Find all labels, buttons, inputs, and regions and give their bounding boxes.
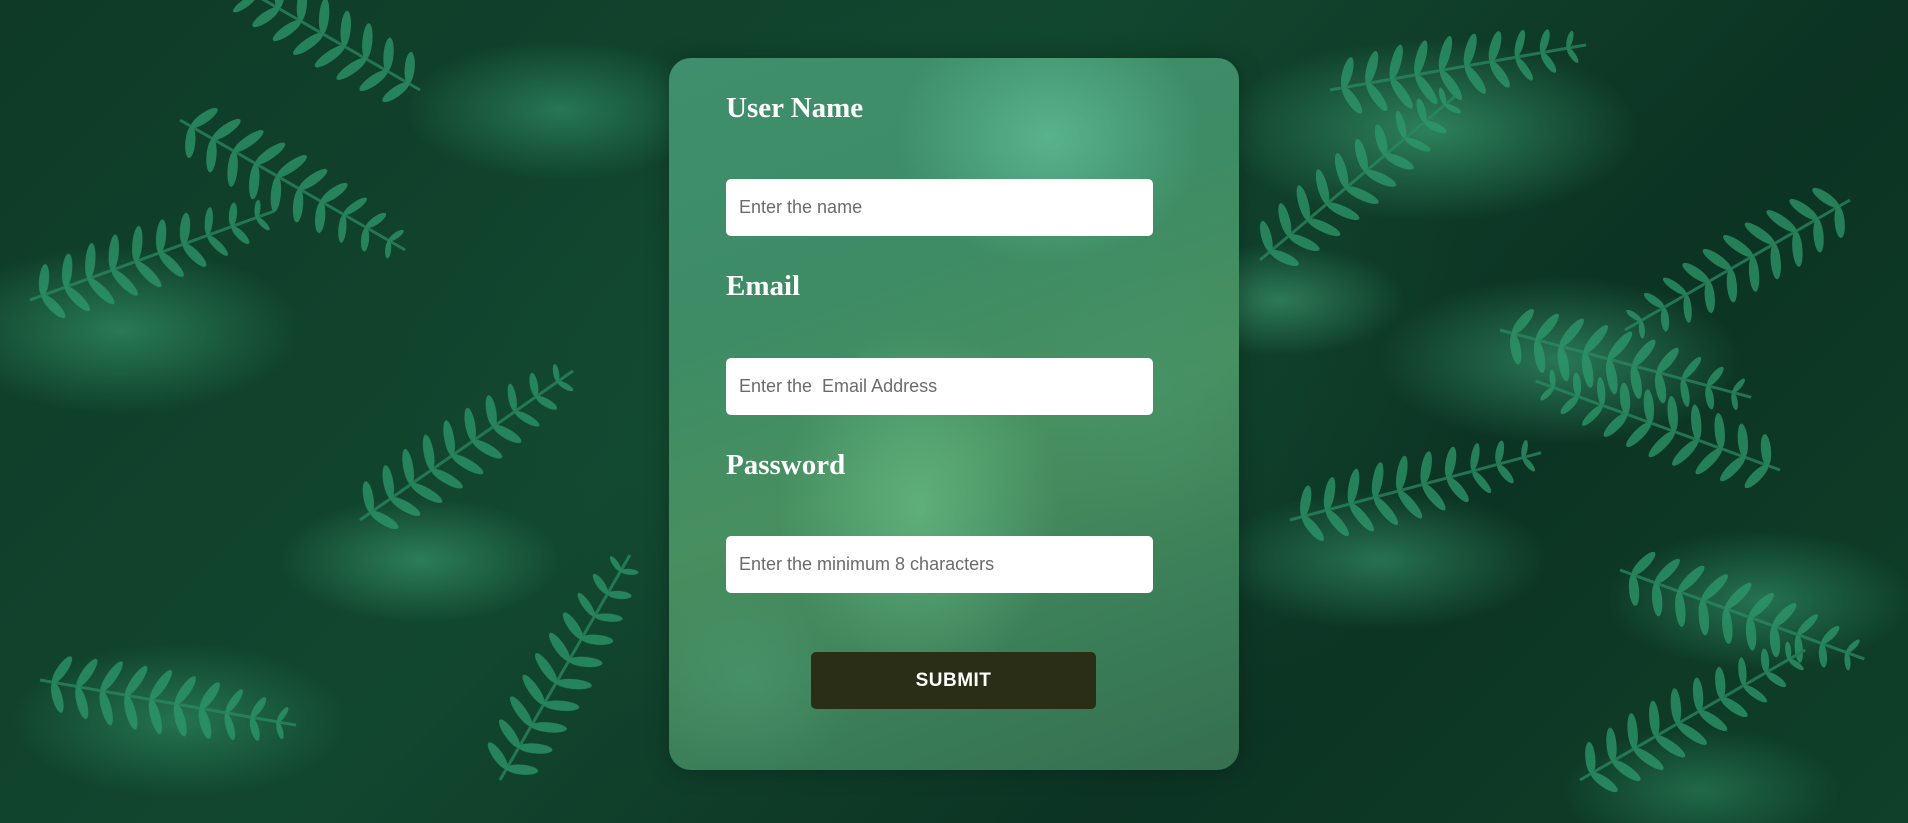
username-label: User Name	[726, 92, 864, 124]
password-label: Password	[726, 449, 846, 481]
signup-form-card: User Name Email Password SUBMIT	[669, 58, 1239, 770]
password-input[interactable]	[726, 536, 1153, 593]
email-label: Email	[726, 270, 801, 302]
username-input[interactable]	[726, 179, 1153, 236]
submit-button[interactable]: SUBMIT	[811, 652, 1096, 709]
email-input[interactable]	[726, 358, 1153, 415]
